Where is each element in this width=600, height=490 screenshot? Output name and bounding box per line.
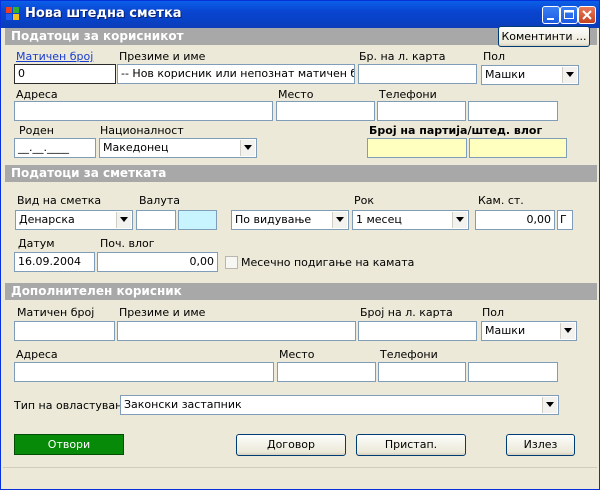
monthly-interest-label[interactable]: Месечно подигање на камата [241,256,414,269]
gender-value: Машки [485,68,526,81]
chevron-down-icon[interactable] [560,323,575,339]
initial-deposit-input[interactable]: 0,00 [97,252,218,272]
born-input[interactable]: __.__.____ [14,138,96,158]
extra-place-label: Место [279,348,315,361]
address-input[interactable] [14,101,273,121]
extra-gender-select[interactable]: Машки [481,321,577,341]
exit-button[interactable]: Излез [506,434,575,456]
title-bar[interactable]: Нова штедна сметка [1,1,599,28]
extra-phone2-input[interactable] [468,362,558,382]
receipt-button[interactable]: Пристап. [356,434,466,456]
account-type-select[interactable]: Денарска [15,210,133,230]
extra-address-input[interactable] [14,362,274,382]
term-value: 1 месец [356,213,402,226]
nationality-select[interactable]: Македонец [99,138,257,158]
chevron-down-icon[interactable] [562,67,577,83]
gender-label: Пол [483,50,506,63]
embg-input[interactable]: 0 [14,64,116,84]
status-bar [3,467,597,489]
extra-gender-value: Машки [485,324,526,337]
gender-select[interactable]: Машки [481,65,579,85]
chevron-down-icon[interactable] [116,212,131,228]
app-window: Нова штедна сметка Податоци за кориснико… [0,0,600,490]
term-select[interactable]: 1 месец [352,210,469,230]
nationality-value: Македонец [103,141,169,154]
extra-name-input[interactable] [117,321,356,341]
window-title: Нова штедна сметка [25,6,182,21]
close-icon [582,10,592,20]
idcard-label: Бр. на л. карта [359,50,446,63]
app-icon [6,7,20,21]
nationality-label: Националност [100,124,184,137]
phones-label: Телефони [379,88,437,101]
extra-place-input[interactable] [277,362,376,382]
close-button[interactable] [578,6,596,24]
contract-button[interactable]: Договор [236,434,346,456]
chevron-down-icon[interactable] [452,212,467,228]
place-input[interactable] [276,101,375,121]
address-label: Адреса [16,88,58,101]
authority-label: Тип на овластување [14,399,132,412]
extra-gender-label: Пол [482,306,505,319]
rate-input[interactable]: 0,00 [475,210,555,230]
withdraw-value: По видување [235,213,312,226]
open-button[interactable]: Отвори [14,434,124,455]
currency-label: Валута [139,194,180,207]
date-input[interactable]: 16.09.2004 [14,252,95,272]
minimize-button[interactable] [542,6,560,24]
extra-phones-label: Телефони [380,348,438,361]
authority-value: Законски застапник [124,398,242,411]
term-label: Рок [354,194,375,207]
extra-embg-label: Матичен број [17,306,95,319]
extra-address-label: Адреса [16,348,58,361]
name-input[interactable]: -- Нов корисник или непознат матичен бро… [117,64,355,84]
rate-unit-field[interactable]: Г [557,210,573,230]
maximize-button[interactable] [560,6,578,24]
extra-idcard-input[interactable] [358,321,477,341]
idcard-input[interactable] [358,64,477,84]
phone1-input[interactable] [377,101,466,121]
chevron-down-icon[interactable] [240,140,255,156]
embg-label[interactable]: Матичен број [16,50,93,63]
date-label: Датум [18,237,55,250]
born-label: Роден [19,124,54,137]
account-no-label: Број на партија/штед. влог [369,124,543,137]
place-label: Место [278,88,314,101]
rate-label: Кам. ст. [478,194,524,207]
section-header-account: Податоци за сметката [5,165,597,182]
extra-idcard-label: Број на л. карта [360,306,453,319]
account-no-part1[interactable] [367,138,467,158]
maximize-icon [564,10,574,19]
account-type-label: Вид на сметка [17,194,102,207]
account-type-value: Денарска [19,213,75,226]
name-label: Презиме и име [119,50,206,63]
comments-button[interactable]: Коментинти ... [498,26,590,47]
minimize-icon [547,18,554,20]
monthly-interest-checkbox[interactable] [225,256,238,269]
authority-select[interactable]: Законски застапник [120,395,559,415]
withdraw-select[interactable]: По видување [231,210,349,230]
phone2-input[interactable] [468,101,558,121]
chevron-down-icon[interactable] [332,212,347,228]
section-header-extra: Дополнителен корисник [5,283,597,300]
initial-deposit-label: Поч. влог [100,237,155,250]
extra-embg-input[interactable] [14,321,115,341]
extra-name-label: Презиме и име [119,306,206,319]
currency-name-field[interactable] [178,210,217,230]
account-no-part2[interactable] [469,138,567,158]
extra-phone1-input[interactable] [378,362,466,382]
currency-code-input[interactable] [136,210,176,230]
chevron-down-icon[interactable] [542,397,557,413]
